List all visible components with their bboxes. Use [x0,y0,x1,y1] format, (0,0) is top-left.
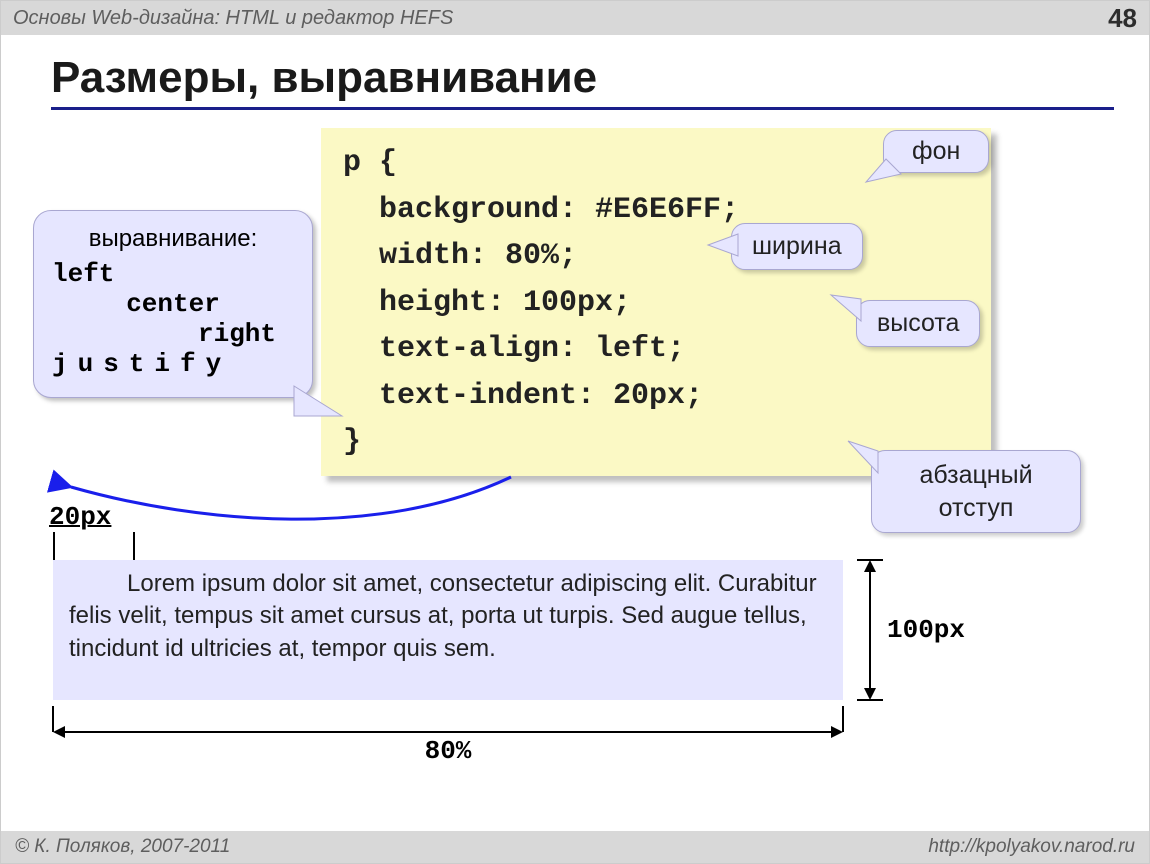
align-opt-justify: justify [52,349,294,379]
width-dimension: 80% [53,702,843,762]
align-box-title: выравнивание: [52,225,294,253]
page-number: 48 [1108,3,1137,34]
callout-tail-icon [848,447,888,477]
callout-tail-icon [708,232,748,262]
callout-height: высота [856,300,980,347]
callout-tail-icon [866,154,906,184]
height-dim-arrows-icon [853,560,885,700]
code-selector: p { [343,146,397,180]
footer-copyright: © К. Поляков, 2007-2011 [15,836,230,858]
width-dim-label: 80% [53,736,843,766]
callout-width: ширина [731,223,863,270]
footer-url: http://kpolyakov.narod.ru [928,836,1135,858]
slide-footer: © К. Поляков, 2007-2011 http://kpolyakov… [1,831,1149,863]
title-rule [51,107,1114,110]
callout-tail-icon [294,386,344,426]
align-opt-center: center [52,289,294,319]
callout-tail-icon [831,295,871,325]
align-opt-left: left [52,259,294,289]
width-dim-arrows-icon [53,702,843,736]
code-line-indent: text-indent: 20px; [343,373,969,420]
callout-indent: абзацный отступ [871,450,1081,533]
height-dimension: 100px [853,560,983,700]
height-dim-label: 100px [887,615,965,645]
demo-paragraph: Lorem ipsum dolor sit amet, consectetur … [53,560,843,700]
alignment-options-box: выравнивание: left center right justify [33,210,313,398]
callout-background: фон [883,130,989,173]
slide-title: Размеры, выравнивание [51,53,1149,103]
header-title: Основы Web-дизайна: HTML и редактор HEFS [13,7,453,30]
code-line-width: width: 80%; [343,233,969,280]
code-close: } [343,425,361,459]
code-line-bg: background: #E6E6FF; [343,187,969,234]
arrow-indent-icon [61,469,521,539]
slide-header: Основы Web-дизайна: HTML и редактор HEFS… [1,1,1149,35]
align-opt-right: right [52,319,294,349]
